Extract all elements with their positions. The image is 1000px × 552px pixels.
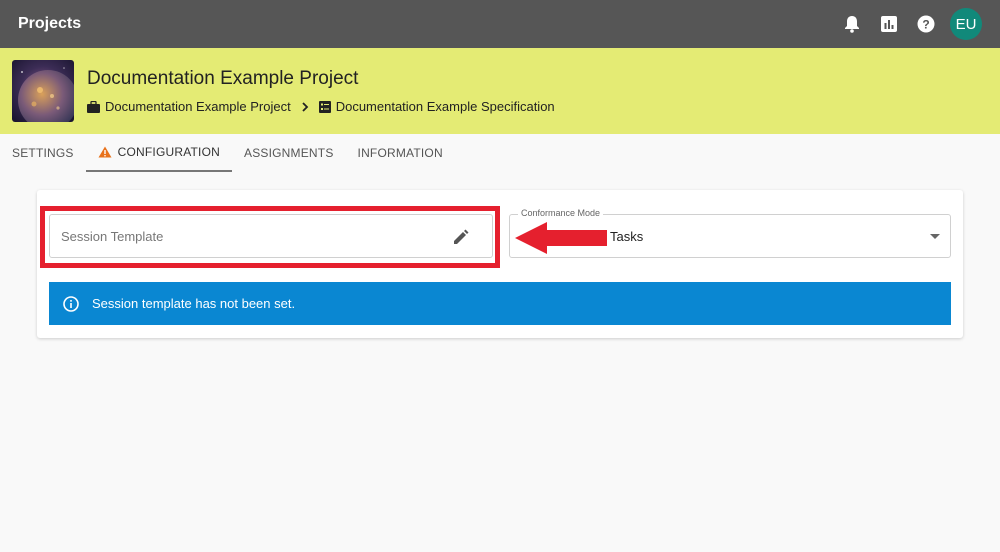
help-icon[interactable]: ? [916,14,936,34]
warning-icon [98,146,112,158]
tab-configuration-label: CONFIGURATION [117,145,220,159]
tab-settings[interactable]: SETTINGS [0,134,86,172]
breadcrumb-project[interactable]: Documentation Example Project [105,99,291,114]
dropdown-arrow-icon[interactable] [930,234,940,239]
tab-settings-label: SETTINGS [12,146,74,160]
breadcrumb-specification[interactable]: Documentation Example Specification [336,99,555,114]
pencil-icon[interactable] [452,228,470,246]
briefcase-icon [87,100,100,113]
session-template-field[interactable]: Session Template [49,214,493,258]
project-thumbnail [12,60,74,122]
session-template-placeholder: Session Template [61,229,164,244]
project-title: Documentation Example Project [87,68,359,89]
app-topbar: Projects ? EU [0,0,1000,48]
tab-assignments-label: ASSIGNMENTS [243,146,334,160]
chevron-right-icon [301,101,309,112]
red-arrow-annotation [515,222,607,254]
tab-assignments[interactable]: ASSIGNMENTS [232,134,346,172]
project-header: Documentation Example Project Documentat… [0,48,1000,134]
info-icon [63,295,79,312]
conformance-mode-value: Tasks [610,229,644,244]
bell-icon[interactable] [842,14,862,34]
alert-message: Session template has not been set. [92,296,296,311]
tab-information[interactable]: INFORMATION [346,134,455,172]
topbar-actions: ? EU [825,8,982,40]
info-alert: Session template has not been set. [49,282,951,325]
chart-icon[interactable] [879,14,899,34]
breadcrumb: Documentation Example Project Documentat… [87,99,555,114]
conformance-mode-label: Conformance Mode [518,208,604,218]
user-avatar[interactable]: EU [950,8,982,40]
specification-icon [318,100,331,113]
tab-bar: SETTINGS CONFIGURATION ASSIGNMENTS INFOR… [0,134,455,172]
tab-information-label: INFORMATION [357,146,443,160]
svg-text:?: ? [922,18,929,32]
tab-configuration[interactable]: CONFIGURATION [85,134,232,172]
app-title: Projects [18,15,82,32]
